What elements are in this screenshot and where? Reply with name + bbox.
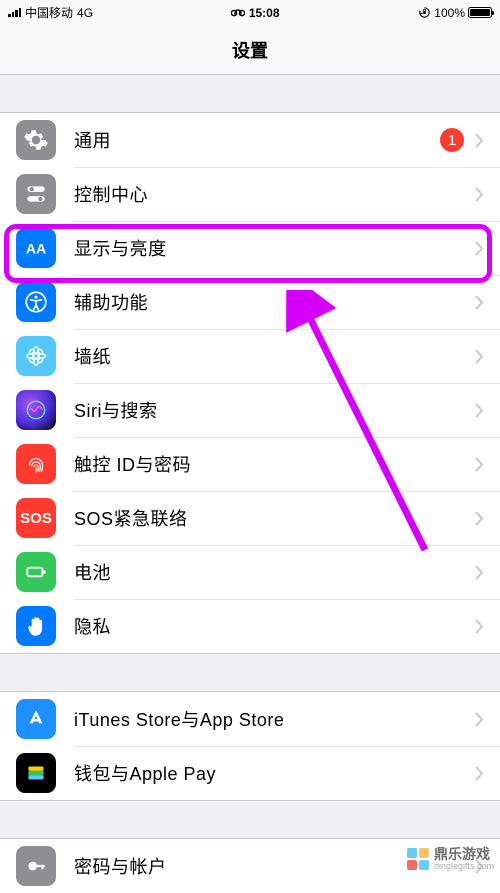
row-label: iTunes Store与App Store [74,706,474,732]
notification-badge: 1 [440,128,464,152]
row-label: SOS紧急联络 [74,505,474,531]
key-icon [16,846,56,886]
status-center: 15:08 [231,6,280,20]
row-general[interactable]: 通用 1 [0,113,500,167]
row-itunes-appstore[interactable]: iTunes Store与App Store [0,692,500,746]
row-label: 电池 [74,559,474,585]
row-label: 隐私 [74,613,474,639]
svg-text:AA: AA [26,240,46,256]
battery-row-icon [16,552,56,592]
row-label: 钱包与Apple Pay [74,760,474,786]
status-left: 中国移动 4G [8,4,93,21]
chevron-right-icon [474,618,484,634]
row-privacy[interactable]: 隐私 [0,599,500,653]
row-display-brightness[interactable]: AA 显示与亮度 [0,221,500,275]
carrier-label: 中国移动 [25,4,73,21]
row-battery[interactable]: 电池 [0,545,500,599]
settings-section-2: iTunes Store与App Store 钱包与Apple Pay [0,691,500,801]
page-title: 设置 [232,37,268,63]
chevron-right-icon [474,510,484,526]
gear-icon [16,120,56,160]
battery-pct: 100% [434,6,465,20]
hotspot-icon [231,8,245,18]
row-label: 辅助功能 [74,289,474,315]
hand-icon [16,606,56,646]
watermark-icon [407,848,429,870]
row-sos[interactable]: SOS SOS紧急联络 [0,491,500,545]
chevron-right-icon [474,402,484,418]
flower-icon [16,336,56,376]
nav-header: 设置 [0,25,500,75]
row-touchid-passcode[interactable]: 触控 ID与密码 [0,437,500,491]
row-label: Siri与搜索 [74,397,474,423]
watermark: 鼎乐游戏 dinglegifts.com [407,847,494,871]
accessibility-icon [16,282,56,322]
status-right: 100% [417,6,492,20]
fingerprint-icon [16,444,56,484]
row-label: 触控 ID与密码 [74,451,474,477]
chevron-right-icon [474,186,484,202]
network-label: 4G [77,6,93,20]
watermark-url: dinglegifts.com [434,861,494,871]
row-wallpaper[interactable]: 墙纸 [0,329,500,383]
chevron-right-icon [474,711,484,727]
rotation-lock-icon [417,6,431,20]
row-accessibility[interactable]: 辅助功能 [0,275,500,329]
aa-icon: AA [16,228,56,268]
wallet-icon [16,753,56,793]
row-label: 控制中心 [74,181,474,207]
toggles-icon [16,174,56,214]
time-label: 15:08 [249,6,280,20]
chevron-right-icon [474,348,484,364]
chevron-right-icon [474,456,484,472]
row-label: 墙纸 [74,343,474,369]
chevron-right-icon [474,240,484,256]
chevron-right-icon [474,564,484,580]
row-wallet-applepay[interactable]: 钱包与Apple Pay [0,746,500,800]
settings-section-1: 通用 1 控制中心 AA 显示与亮度 辅助功能 墙纸 Siri与 [0,112,500,654]
chevron-right-icon [474,765,484,781]
chevron-right-icon [474,294,484,310]
watermark-text: 鼎乐游戏 [434,847,494,861]
row-label: 显示与亮度 [74,235,474,261]
row-control-center[interactable]: 控制中心 [0,167,500,221]
battery-icon [468,7,492,18]
chevron-right-icon [474,132,484,148]
status-bar: 中国移动 4G 15:08 100% [0,0,500,25]
row-siri-search[interactable]: Siri与搜索 [0,383,500,437]
appstore-icon [16,699,56,739]
sos-icon: SOS [16,498,56,538]
signal-icon [8,8,21,18]
siri-icon [16,390,56,430]
row-label: 通用 [74,127,440,153]
